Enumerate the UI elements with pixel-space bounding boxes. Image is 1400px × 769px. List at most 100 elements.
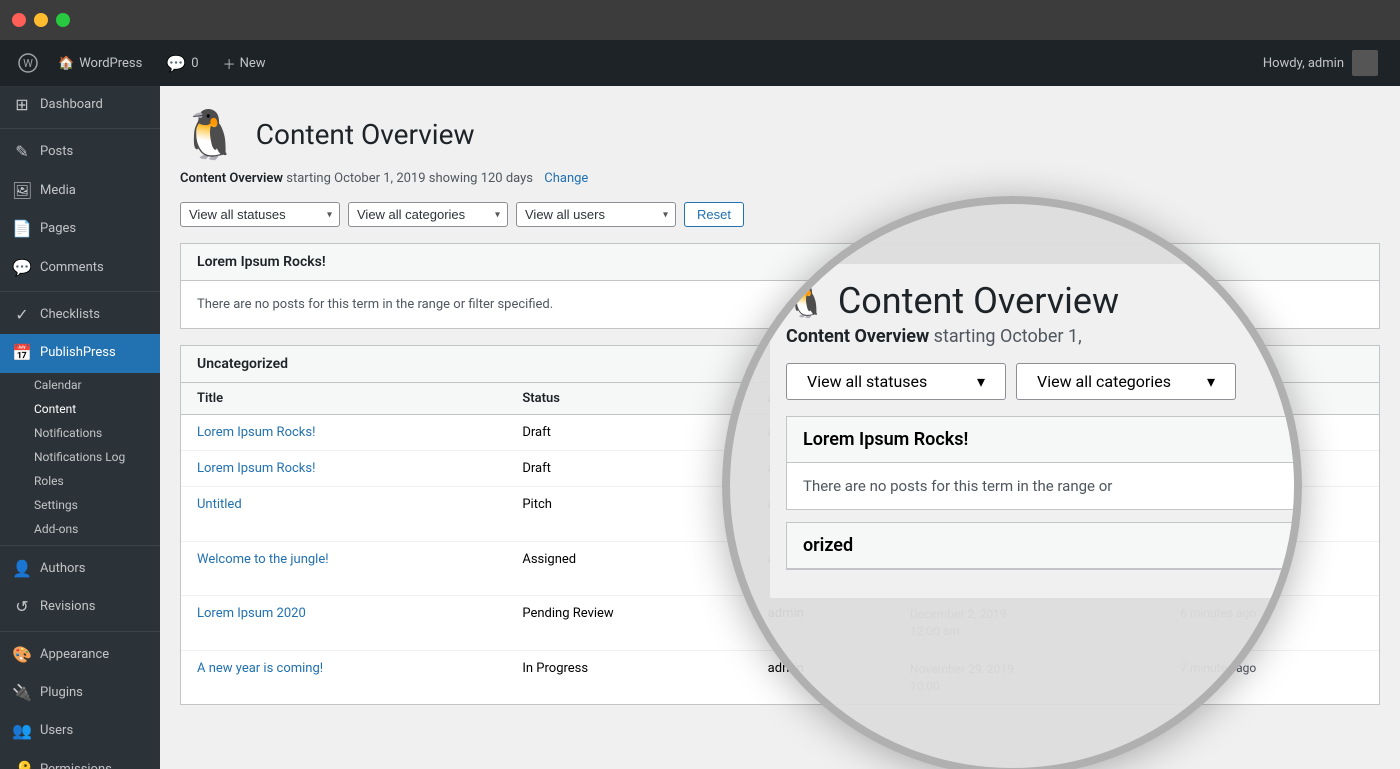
zoom-inner: 🐧 Content Overview Content Overview star… <box>730 204 1294 768</box>
user-filter[interactable]: View all users <box>516 202 676 227</box>
users-icon: 👥 <box>12 720 32 742</box>
sidebar-label-dashboard: Dashboard <box>40 96 103 114</box>
zoom-section1: Lorem Ipsum Rocks! There are no posts fo… <box>786 416 1294 510</box>
comments-icon: 💬 <box>12 257 32 279</box>
admin-bar-comments[interactable]: 💬 0 <box>154 40 210 86</box>
zoom-section1-body: There are no posts for this term in the … <box>787 463 1294 509</box>
sidebar-sub-content[interactable]: Content <box>0 397 160 421</box>
separator-4 <box>0 631 160 632</box>
sidebar-sublabel-content: Content <box>34 402 76 416</box>
new-label: New <box>240 56 266 71</box>
zoom-section1-header: Lorem Ipsum Rocks! <box>787 417 1294 463</box>
post-title-link[interactable]: A new year is coming! <box>197 661 323 676</box>
admin-bar-howdy[interactable]: Howdy, admin <box>1251 50 1390 76</box>
sidebar-sublabel-addons: Add-ons <box>34 522 78 536</box>
separator <box>0 128 160 129</box>
publishpress-icon: 📅 <box>12 342 32 364</box>
minimize-button[interactable] <box>34 13 48 27</box>
sidebar-label-revisions: Revisions <box>40 598 95 616</box>
sidebar-sub-calendar[interactable]: Calendar <box>0 373 160 397</box>
fullscreen-button[interactable] <box>56 13 70 27</box>
zoom-penguin-icon: 🐧 <box>786 282 826 320</box>
sidebar-item-pages[interactable]: 📄 Pages <box>0 210 160 248</box>
comments-count: 0 <box>191 56 198 71</box>
category-filter-wrapper: View all categories ▾ <box>348 202 508 227</box>
appearance-icon: 🎨 <box>12 644 32 666</box>
sidebar-item-plugins[interactable]: 🔌 Plugins <box>0 674 160 712</box>
sidebar-item-permissions[interactable]: 🔑 Permissions <box>0 751 160 769</box>
admin-bar-new[interactable]: ＋ New <box>211 40 278 86</box>
zoom-section2: orized <box>786 522 1294 570</box>
post-status-cell: Draft <box>506 451 751 487</box>
avatar <box>1352 50 1378 76</box>
zoom-filter-status[interactable]: View all statuses ▾ <box>786 363 1006 400</box>
sidebar-item-comments[interactable]: 💬 Comments <box>0 249 160 287</box>
sidebar-label-media: Media <box>40 182 76 200</box>
col-status: Status <box>506 383 751 415</box>
status-filter-wrapper: View all statuses ▾ <box>180 202 340 227</box>
sidebar-item-posts[interactable]: ✎ Posts <box>0 133 160 171</box>
admin-bar: W 🏠 WordPress 💬 0 ＋ New Howdy, admin <box>0 40 1400 86</box>
post-title-link[interactable]: Welcome to the jungle! <box>197 552 329 567</box>
sidebar-item-appearance[interactable]: 🎨 Appearance <box>0 636 160 674</box>
col-title: Title <box>181 383 506 415</box>
sidebar-item-dashboard[interactable]: ⊞ Dashboard <box>0 86 160 124</box>
sidebar-sub-notifications[interactable]: Notifications <box>0 421 160 445</box>
sidebar-label-authors: Authors <box>40 560 86 578</box>
post-title-link[interactable]: Lorem Ipsum Rocks! <box>197 461 315 476</box>
reset-button[interactable]: Reset <box>684 202 744 227</box>
sidebar-sub-notifications-log[interactable]: Notifications Log <box>0 445 160 469</box>
sidebar-label-comments: Comments <box>40 259 104 277</box>
post-title-cell: Untitled <box>181 487 506 542</box>
sidebar-item-checklists[interactable]: ✓ Checklists <box>0 296 160 334</box>
sidebar-sub-roles[interactable]: Roles <box>0 469 160 493</box>
zoom-filter1-arrow: ▾ <box>977 372 985 391</box>
sidebar-item-publishpress[interactable]: 📅 PublishPress <box>0 334 160 372</box>
sidebar-item-revisions[interactable]: ↺ Revisions <box>0 588 160 626</box>
zoom-filter-category[interactable]: View all categories ▾ <box>1016 363 1236 400</box>
status-filter[interactable]: View all statuses <box>180 202 340 227</box>
sidebar-item-media[interactable]: 🖼 Media <box>0 172 160 210</box>
zoom-section2-header: orized <box>787 523 1294 569</box>
sidebar-sub-addons[interactable]: Add-ons <box>0 517 160 541</box>
zoom-content: 🐧 Content Overview Content Overview star… <box>770 264 1294 598</box>
close-button[interactable] <box>12 13 26 27</box>
sidebar-label-publishpress: PublishPress <box>40 344 116 362</box>
page-subtitle: Content Overview starting October 1, 201… <box>180 171 1380 186</box>
sidebar-label-appearance: Appearance <box>40 646 109 664</box>
pages-icon: 📄 <box>12 218 32 240</box>
sidebar-sublabel-calendar: Calendar <box>34 378 82 392</box>
zoom-subtitle-strong: Content Overview <box>786 326 929 347</box>
post-title-link[interactable]: Lorem Ipsum Rocks! <box>197 425 315 440</box>
sidebar-item-users[interactable]: 👥 Users <box>0 712 160 750</box>
revisions-icon: ↺ <box>12 596 32 618</box>
comment-icon: 💬 <box>166 54 186 73</box>
sidebar-sublabel-roles: Roles <box>34 474 64 488</box>
sidebar-label-users: Users <box>40 722 73 740</box>
admin-bar-site[interactable]: 🏠 WordPress <box>46 40 154 86</box>
authors-icon: 👤 <box>12 558 32 580</box>
post-title-cell: Lorem Ipsum Rocks! <box>181 415 506 451</box>
subtitle-strong: Content Overview <box>180 171 283 186</box>
sidebar-label-checklists: Checklists <box>40 306 100 324</box>
post-title-cell: A new year is coming! <box>181 650 506 704</box>
post-title-link[interactable]: Untitled <box>197 497 242 512</box>
post-title-link[interactable]: Lorem Ipsum 2020 <box>197 606 306 621</box>
zoom-overlay: 🐧 Content Overview Content Overview star… <box>722 196 1302 769</box>
separator-2 <box>0 291 160 292</box>
category-filter[interactable]: View all categories <box>348 202 508 227</box>
zoom-filter2-label: View all categories <box>1037 372 1171 391</box>
change-link[interactable]: Change <box>544 171 588 186</box>
sidebar: ⊞ Dashboard ✎ Posts 🖼 Media 📄 Pages 💬 Co… <box>0 86 160 769</box>
layout: ⊞ Dashboard ✎ Posts 🖼 Media 📄 Pages 💬 Co… <box>0 86 1400 769</box>
post-title-cell: Lorem Ipsum 2020 <box>181 596 506 651</box>
sidebar-sub-settings[interactable]: Settings <box>0 493 160 517</box>
zoom-filter1-label: View all statuses <box>807 372 927 391</box>
permissions-icon: 🔑 <box>12 759 32 769</box>
sidebar-item-authors[interactable]: 👤 Authors <box>0 550 160 588</box>
page-title: Content Overview <box>256 118 475 151</box>
zoom-title-text: Content Overview <box>838 280 1119 322</box>
sidebar-label-pages: Pages <box>40 220 76 238</box>
post-status-cell: Draft <box>506 415 751 451</box>
wp-logo[interactable]: W <box>10 40 46 86</box>
